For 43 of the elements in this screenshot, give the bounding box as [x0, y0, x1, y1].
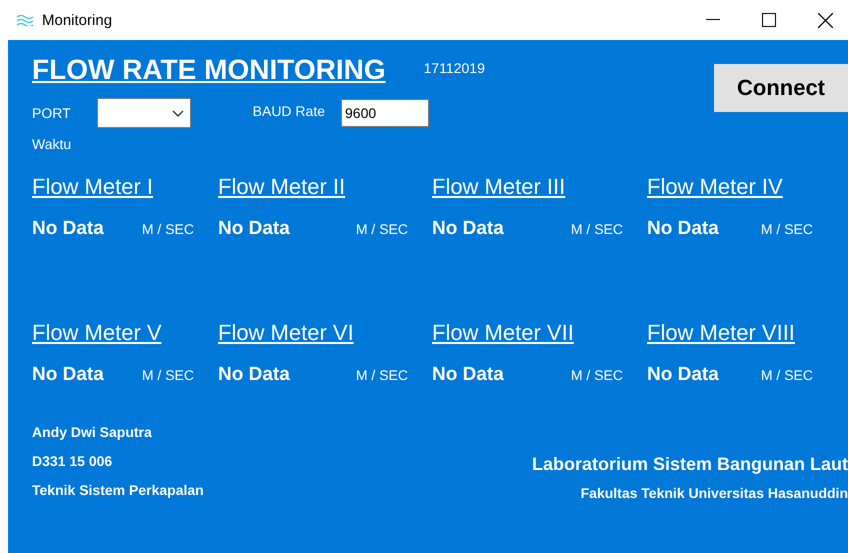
unit-label: M / SEC — [570, 367, 623, 383]
unit-label: M / SEC — [760, 367, 813, 383]
time-label: Waktu — [32, 136, 72, 152]
meter-name: Flow Meter III — [432, 174, 566, 200]
port-label: PORT — [32, 105, 71, 121]
unit-label: M / SEC — [142, 221, 194, 237]
meter-name: Flow Meter IV — [647, 174, 784, 200]
author-info: Andy Dwi Saputra — [32, 424, 153, 440]
meter-value: No Data — [647, 364, 719, 386]
connect-button[interactable]: Connect — [714, 64, 848, 112]
unit-label: M / SEC — [356, 367, 408, 383]
maximize-icon[interactable] — [762, 13, 776, 27]
baud-rate-field[interactable]: 9600 — [341, 99, 429, 127]
meter-name: Flow Meter VI — [218, 320, 355, 346]
unit-label: M / SEC — [356, 221, 408, 237]
close-icon[interactable] — [818, 12, 832, 28]
author-info: D331 15 006 — [32, 453, 114, 469]
meter-name: Flow Meter VIII — [647, 320, 796, 346]
unit-label: M / SEC — [570, 221, 623, 237]
meter-value: No Data — [32, 218, 104, 240]
meter-value: No Data — [218, 218, 290, 240]
unit-label: M / SEC — [142, 367, 194, 383]
window-title: Monitoring — [42, 12, 112, 28]
meter-name: Flow Meter V — [32, 320, 163, 346]
meter-name: Flow Meter VII — [432, 320, 575, 346]
port-dropdown[interactable] — [96, 98, 191, 128]
meter-name: Flow Meter II — [218, 174, 346, 200]
institution-label: Laboratorium Sistem Bangunan Laut — [532, 454, 848, 475]
date-label: 17112019 — [424, 60, 485, 76]
meter-value: No Data — [218, 364, 290, 386]
meter-value: No Data — [432, 364, 504, 386]
baud-rate-label: BAUD Rate — [252, 103, 325, 119]
author-info: Teknik Sistem Perkapalan — [32, 482, 204, 498]
app-title: FLOW RATE MONITORING — [32, 54, 386, 86]
waves-icon — [16, 14, 34, 26]
meter-value: No Data — [647, 218, 719, 240]
meter-name: Flow Meter I — [32, 174, 154, 200]
minimize-icon[interactable] — [706, 19, 720, 21]
institution-label: Fakultas Teknik Universitas Hasanuddin — [580, 485, 848, 501]
meter-value: No Data — [432, 218, 504, 240]
meter-value: No Data — [32, 364, 104, 386]
unit-label: M / SEC — [760, 221, 813, 237]
caret-icon — [172, 110, 184, 116]
